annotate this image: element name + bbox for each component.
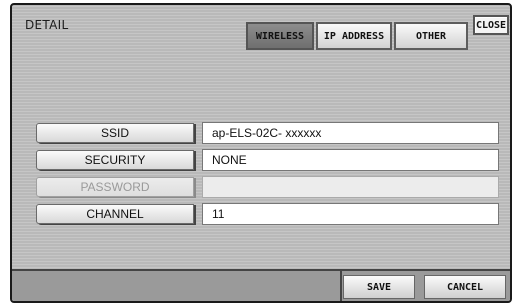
channel-button[interactable]: CHANNEL xyxy=(36,204,194,224)
detail-dialog: DETAIL WIRELESS IP ADDRESS OTHER CLOSE S… xyxy=(10,3,512,303)
tab-other[interactable]: OTHER xyxy=(394,22,468,50)
save-button[interactable]: SAVE xyxy=(343,275,415,299)
close-button[interactable]: CLOSE xyxy=(473,15,509,35)
tab-wireless[interactable]: WIRELESS xyxy=(246,22,314,50)
channel-value: 11 xyxy=(202,203,499,225)
footer-divider xyxy=(340,271,342,301)
security-value: NONE xyxy=(202,149,499,171)
security-button[interactable]: SECURITY xyxy=(36,150,194,170)
dialog-title: DETAIL xyxy=(25,18,69,32)
password-value xyxy=(202,176,499,198)
footer-bar: SAVE CANCEL xyxy=(12,269,510,301)
ssid-button[interactable]: SSID xyxy=(36,123,194,143)
tab-ip-address[interactable]: IP ADDRESS xyxy=(316,22,392,50)
password-button: PASSWORD xyxy=(36,177,194,197)
cancel-button[interactable]: CANCEL xyxy=(424,275,506,299)
ssid-value: ap-ELS-02C- xxxxxx xyxy=(202,122,499,144)
